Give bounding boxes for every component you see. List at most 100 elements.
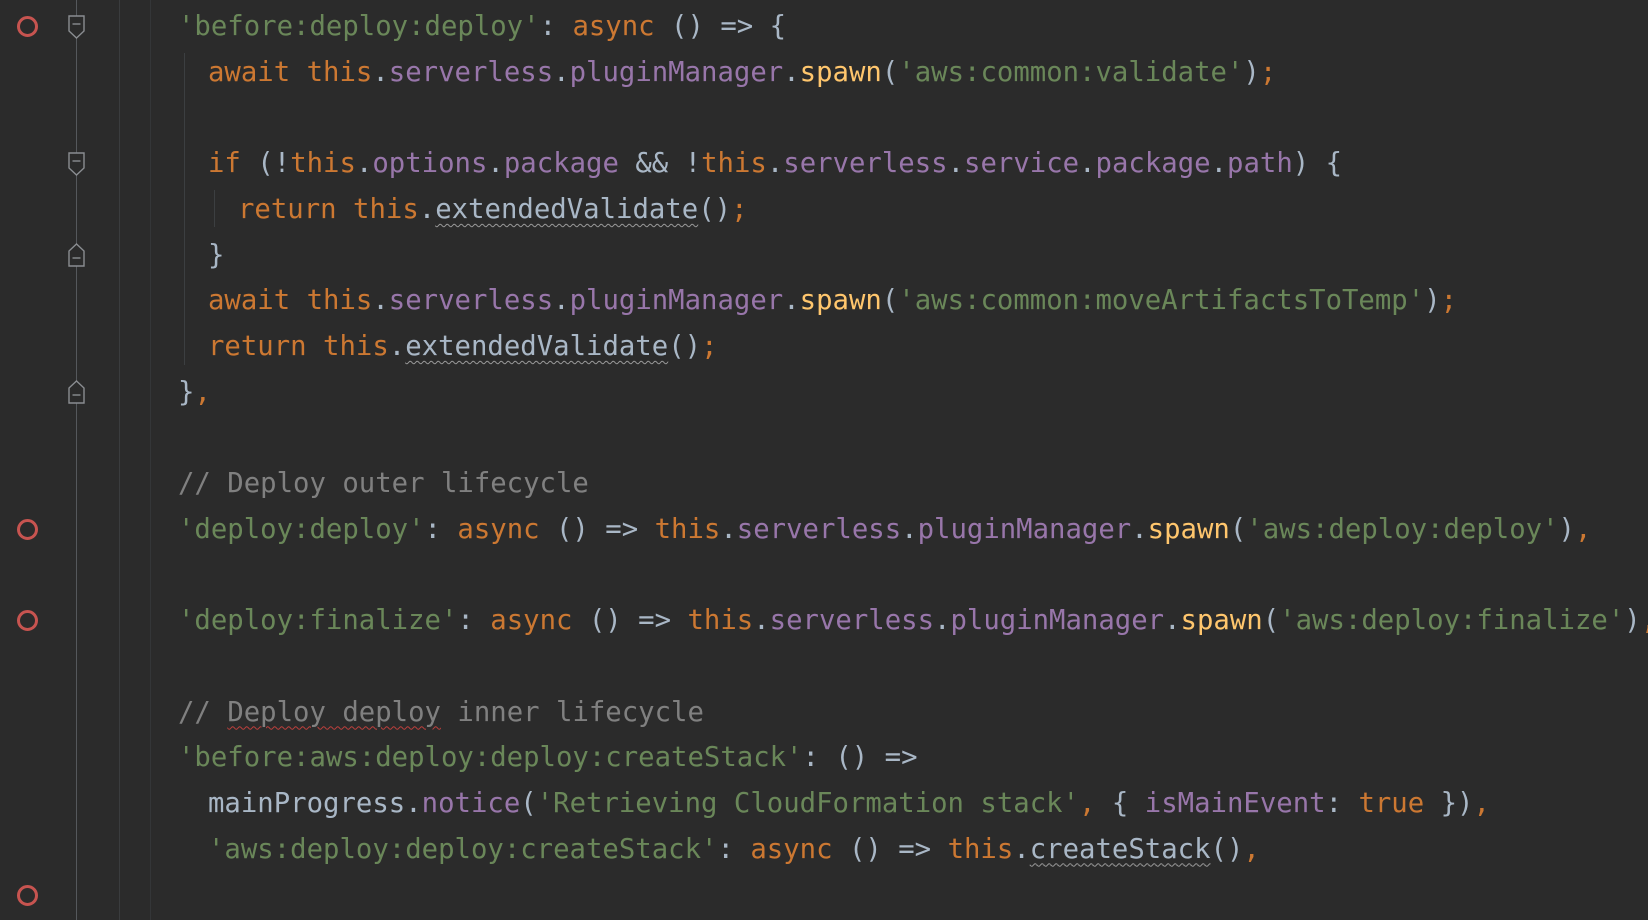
code-token: && !: [618, 148, 702, 180]
code-token: .: [372, 56, 389, 88]
code-token: serverless: [783, 148, 948, 180]
code-line[interactable]: if (!this.options.package && !this.serve…: [208, 140, 1342, 188]
code-token: package: [503, 148, 619, 180]
code-line[interactable]: 'before:deploy:deploy': async () => {: [178, 3, 786, 51]
fold-guide-line: [76, 0, 77, 920]
gutter-right-edge: [150, 0, 151, 920]
code-token: ,: [1243, 833, 1260, 865]
code-token: this: [323, 330, 389, 362]
code-line[interactable]: await this.serverless.pluginManager.spaw…: [208, 49, 1276, 97]
code-token: {: [1111, 787, 1145, 819]
code-token: .: [766, 148, 784, 180]
code-token: this: [701, 148, 767, 180]
code-token: 'deploy:deploy': [178, 513, 425, 545]
code-token: serverless: [769, 605, 935, 637]
gutter-separator: [119, 0, 120, 920]
code-token: spawn: [1180, 605, 1263, 637]
code-token: createStack: [1029, 833, 1211, 865]
breakpoint-icon[interactable]: [17, 16, 38, 38]
code-token: await: [208, 56, 291, 88]
code-token: this: [306, 56, 373, 88]
code-token: spawn: [799, 56, 882, 88]
code-token: async: [750, 833, 833, 865]
code-token: service: [964, 148, 1080, 180]
code-editor[interactable]: 'before:deploy:deploy': async () => {awa…: [0, 0, 1648, 920]
fold-close-icon[interactable]: [68, 380, 85, 405]
code-token: () =>: [832, 833, 948, 865]
code-token: :: [717, 833, 751, 865]
code-token: (): [668, 330, 702, 362]
code-token: .: [553, 285, 570, 317]
code-token: ;: [1259, 56, 1277, 88]
editor-gutter[interactable]: [0, 0, 151, 920]
code-token: 'aws:deploy:deploy:createStack': [208, 833, 718, 865]
fold-open-icon[interactable]: [68, 152, 85, 176]
code-token: }: [178, 376, 195, 408]
code-line[interactable]: mainProgress.notice('Retrieving CloudFor…: [208, 780, 1490, 828]
indent-guide: [214, 189, 215, 228]
code-token: ,: [1079, 787, 1112, 819]
code-token: .: [947, 148, 965, 180]
code-token: (!: [240, 148, 291, 180]
breakpoint-icon[interactable]: [17, 610, 38, 632]
code-token: (): [698, 193, 732, 225]
code-token: :: [1325, 787, 1359, 819]
code-token: .: [487, 148, 504, 180]
code-token: ): [1424, 285, 1441, 317]
breakpoint-icon[interactable]: [17, 519, 38, 541]
code-token: .: [1164, 605, 1181, 637]
code-line[interactable]: 'deploy:finalize': async () => this.serv…: [178, 597, 1648, 645]
code-token: mainProgress: [208, 787, 406, 819]
code-token: .: [1131, 513, 1148, 545]
code-token: .: [418, 193, 436, 225]
code-token: .: [901, 513, 918, 545]
code-token: .: [355, 148, 373, 180]
code-line[interactable]: await this.serverless.pluginManager.spaw…: [208, 277, 1457, 325]
code-token: 'before:aws:deploy:deploy:createStack': [178, 742, 803, 774]
code-token: async: [572, 11, 655, 42]
code-token: 'aws:common:moveArtifactsToTemp': [898, 285, 1425, 317]
code-token: ): [1243, 56, 1260, 88]
code-token: .: [1210, 148, 1228, 180]
code-token: ,: [1641, 605, 1648, 636]
breakpoint-icon[interactable]: [17, 884, 38, 906]
code-token: 'Retrieving CloudFormation stack': [536, 787, 1080, 819]
code-token: return: [208, 330, 307, 362]
code-token: this: [947, 833, 1014, 865]
code-token: () => {: [654, 11, 787, 42]
code-token: return: [238, 193, 337, 225]
code-token: await: [208, 285, 291, 317]
code-token: Deploy deploy: [227, 696, 441, 728]
code-token: .: [783, 285, 800, 317]
code-token: (: [881, 56, 899, 88]
code-token: .: [1013, 833, 1030, 865]
code-token: spawn: [1147, 513, 1230, 545]
code-token: (: [1262, 605, 1280, 637]
code-line[interactable]: // Deploy deploy inner lifecycle: [178, 689, 704, 737]
code-line[interactable]: // Deploy outer lifecycle: [178, 460, 589, 508]
code-token: (): [1210, 833, 1244, 865]
code-line[interactable]: },: [178, 369, 211, 417]
code-token: extendedValidate: [435, 193, 699, 225]
code-token: options: [372, 148, 488, 180]
code-line[interactable]: return this.extendedValidate();: [208, 323, 718, 371]
fold-open-icon[interactable]: [68, 15, 85, 39]
code-token: //: [178, 696, 228, 728]
fold-close-icon[interactable]: [68, 243, 85, 268]
code-token: serverless: [388, 285, 554, 317]
code-token: pluginManager: [569, 285, 784, 317]
code-token: :: [539, 11, 573, 42]
code-token: (: [1229, 513, 1247, 545]
code-token: path: [1227, 148, 1293, 180]
code-line[interactable]: }: [208, 232, 224, 280]
code-token: }: [208, 239, 225, 271]
code-token: this: [687, 605, 754, 637]
code-token: (: [881, 285, 899, 317]
code-line[interactable]: 'before:aws:deploy:deploy:createStack': …: [178, 734, 918, 782]
code-token: this: [306, 285, 373, 317]
code-line[interactable]: return this.extendedValidate();: [238, 186, 748, 234]
code-line[interactable]: 'deploy:deploy': async () => this.server…: [178, 506, 1591, 554]
code-line[interactable]: 'aws:deploy:deploy:createStack': async (…: [208, 826, 1260, 874]
